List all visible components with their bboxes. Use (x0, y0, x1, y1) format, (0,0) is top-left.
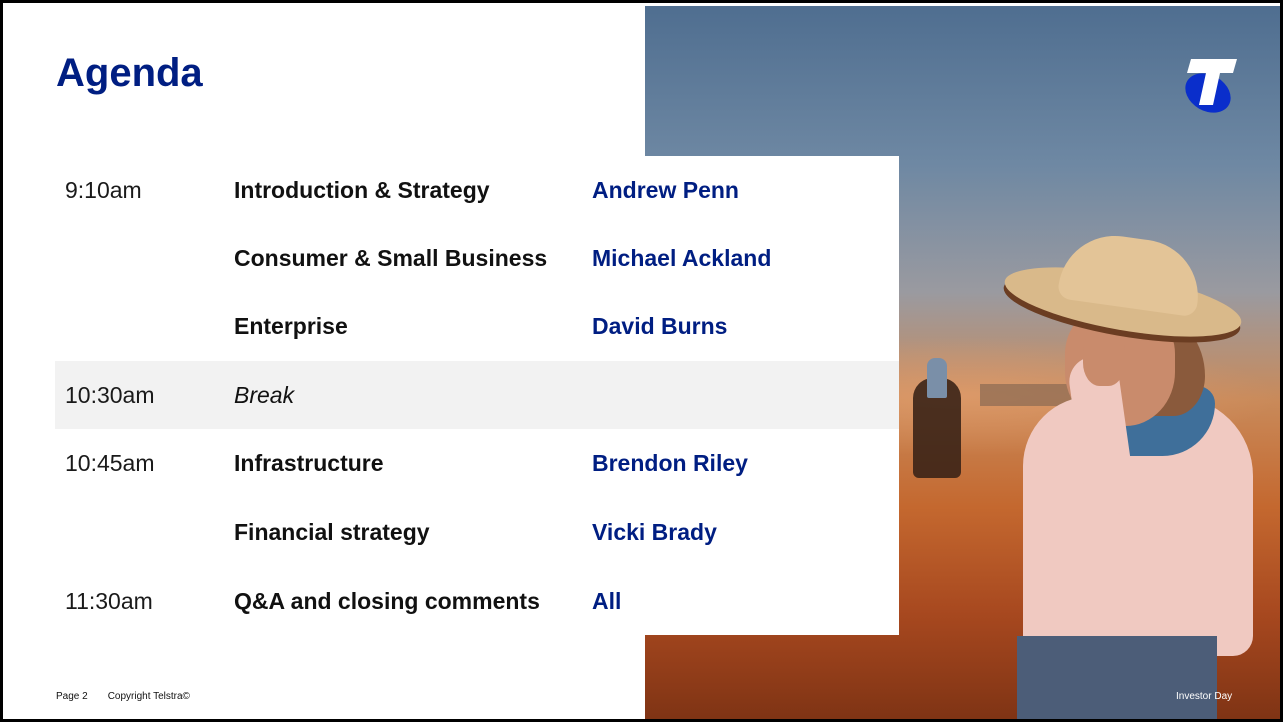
agenda-speaker: Brendon Riley (592, 450, 748, 476)
copyright: Copyright Telstra© (107, 691, 190, 702)
agenda-speaker: Andrew Penn (592, 177, 739, 203)
agenda-topic: Enterprise (234, 313, 348, 339)
agenda-time: 9:10am (65, 177, 142, 203)
agenda-topic: Infrastructure (234, 450, 384, 476)
agenda-time: 11:30am (65, 588, 153, 614)
agenda-row: 11:30am Q&A and closing comments All (55, 567, 899, 635)
agenda-time: 10:45am (65, 450, 155, 476)
agenda-speaker: Vicki Brady (592, 519, 717, 545)
event-name: Investor Day (1176, 691, 1233, 702)
agenda-topic: Break (234, 382, 295, 408)
footer-left: Page 2 Copyright Telstra© (56, 691, 210, 702)
slide: Agenda 9:10am Introduction & Strategy An… (0, 0, 1283, 722)
agenda-table: 9:10am Introduction & Strategy Andrew Pe… (55, 156, 899, 635)
telstra-logo-icon (1185, 59, 1237, 113)
woman-hand (1083, 328, 1125, 386)
page-number: Page 2 (56, 691, 88, 702)
woman-jeans (1017, 636, 1217, 719)
agenda-row-break: 10:30am Break (55, 361, 899, 429)
agenda-topic: Introduction & Strategy (234, 177, 490, 203)
agenda-speaker: Michael Ackland (592, 245, 772, 271)
agenda-time: 10:30am (65, 382, 155, 408)
agenda-row: 9:10am Introduction & Strategy Andrew Pe… (55, 156, 899, 224)
agenda-topic: Q&A and closing comments (234, 588, 540, 614)
agenda-row: Enterprise David Burns (55, 292, 899, 360)
page-title: Agenda (56, 51, 203, 95)
rider-silhouette (927, 358, 947, 398)
agenda-speaker: David Burns (592, 313, 728, 339)
agenda-row: Financial strategy Vicki Brady (55, 498, 899, 566)
agenda-speaker: All (592, 588, 622, 614)
agenda-topic: Consumer & Small Business (234, 245, 548, 271)
agenda-row: Consumer & Small Business Michael Acklan… (55, 224, 899, 292)
agenda-row: 10:45am Infrastructure Brendon Riley (55, 429, 899, 497)
agenda-topic: Financial strategy (234, 519, 430, 545)
